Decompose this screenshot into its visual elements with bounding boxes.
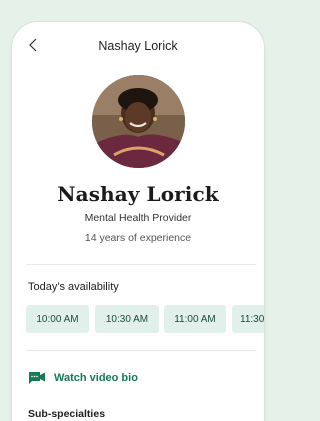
provider-experience: 14 years of experience	[84, 232, 192, 244]
availability-title: Today's availability	[28, 281, 119, 293]
time-slot[interactable]: 11:00 AM	[164, 305, 226, 333]
provider-role: Mental Health Provider	[84, 212, 192, 224]
header-bar: Nashay Lorick	[12, 22, 264, 70]
time-slot[interactable]: 10:00 AM	[26, 305, 89, 333]
avatar	[92, 75, 185, 168]
provider-name: Nashay Lorick	[57, 182, 219, 206]
video-camera-icon	[29, 372, 45, 384]
subspecialties-title: Sub-specialties	[28, 408, 106, 420]
time-slot[interactable]: 11:30 AM	[232, 305, 264, 333]
time-slot[interactable]: 10:30 AM	[95, 305, 159, 333]
divider	[26, 350, 256, 351]
divider	[26, 264, 256, 265]
header-title: Nashay Lorick	[98, 39, 178, 53]
watch-video-bio-label: Watch video bio	[54, 372, 138, 384]
profile-screen: Nashay Lorick Nashay Lorick Mental Healt…	[12, 22, 264, 421]
